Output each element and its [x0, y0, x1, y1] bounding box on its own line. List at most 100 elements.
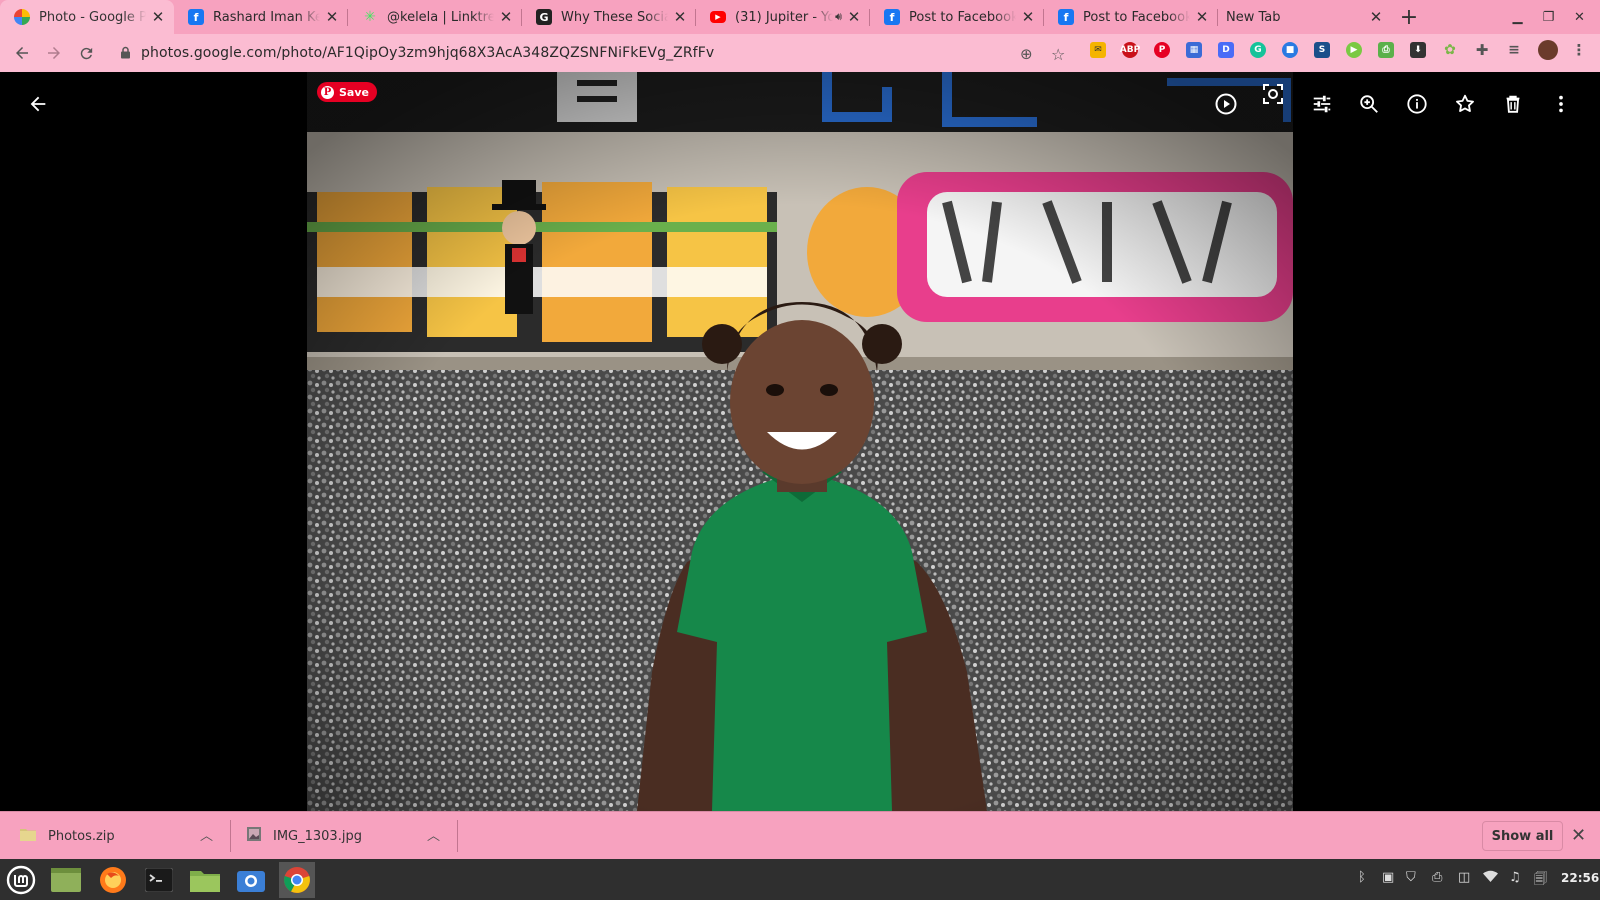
tab-close-icon[interactable]: ✕	[1020, 9, 1036, 25]
download-extension-icon[interactable]: ⬇	[1410, 42, 1426, 58]
show-all-button[interactable]: Show all	[1482, 821, 1563, 851]
clipboard-icon[interactable]: ▣	[1382, 870, 1394, 885]
download-bar: Photos.zip ︿ IMG_1303.jpg ︿ Show all ✕	[0, 811, 1600, 859]
tab-title: New Tab	[1226, 9, 1281, 25]
speaker-icon[interactable]: 🔊︎	[835, 10, 842, 24]
zip-folder-icon	[20, 827, 36, 845]
tab-close-icon[interactable]: ✕	[1368, 9, 1384, 25]
favorite-star-icon[interactable]	[1445, 84, 1485, 124]
tab-youtube[interactable]: ▶ (31) Jupiter - YouTube 🔊︎ ✕	[696, 0, 870, 34]
tab-new-tab[interactable]: New Tab ✕	[1218, 0, 1392, 34]
tab-post-to-facebook-2[interactable]: f Post to Facebook ✕	[1044, 0, 1218, 34]
tab-facebook-profile[interactable]: f Rashard Iman Kelly ✕	[174, 0, 348, 34]
chevron-up-icon[interactable]: ︿	[200, 825, 213, 844]
tab-close-icon[interactable]: ✕	[324, 9, 340, 25]
address-bar[interactable]: photos.google.com/photo/AF1QipOy3zm9hjq6…	[108, 38, 1070, 68]
tab-google-photos[interactable]: Photo - Google Photos ✕	[0, 0, 174, 34]
forward-button[interactable]	[38, 37, 70, 69]
back-button[interactable]	[6, 37, 38, 69]
d-extension-icon[interactable]: D	[1218, 42, 1234, 58]
tab-title: Rashard Iman Kelly	[213, 9, 320, 25]
photo-image[interactable]: P Save	[307, 72, 1293, 811]
delete-icon[interactable]	[1493, 84, 1533, 124]
reload-button[interactable]	[70, 37, 102, 69]
tab-title: Post to Facebook	[909, 9, 1016, 25]
s-extension-icon[interactable]: S	[1314, 42, 1330, 58]
g-site-icon: G	[536, 9, 552, 25]
download-item-photos-zip[interactable]: Photos.zip ︿	[20, 812, 220, 860]
wifi-icon[interactable]	[1483, 870, 1498, 887]
files-icon[interactable]	[187, 862, 223, 898]
lock-icon	[120, 44, 131, 63]
chrome-icon[interactable]	[279, 862, 315, 898]
leaf-extension-icon[interactable]: ✿	[1442, 42, 1458, 58]
edit-adjust-icon[interactable]	[1302, 84, 1342, 124]
chevron-up-icon[interactable]: ︿	[427, 825, 440, 844]
update-manager-icon[interactable]: ◫	[1458, 870, 1470, 885]
tab-social-networks[interactable]: G Why These Social Networks ✕	[522, 0, 696, 34]
screenshot-icon[interactable]	[233, 862, 269, 898]
tab-close-icon[interactable]: ✕	[1194, 9, 1210, 25]
info-icon[interactable]	[1397, 84, 1437, 124]
minimize-icon[interactable]: ▁	[1502, 0, 1533, 34]
bluetooth-icon[interactable]: ᛒ	[1358, 870, 1366, 885]
grammarly-icon[interactable]: G	[1250, 42, 1266, 58]
more-vert-icon[interactable]	[1541, 84, 1581, 124]
url-text: photos.google.com/photo/AF1QipOy3zm9hjq6…	[141, 45, 715, 61]
window-close-icon[interactable]: ✕	[1564, 0, 1595, 34]
slideshow-icon[interactable]	[1206, 84, 1246, 124]
tab-title: (31) Jupiter - YouTube	[735, 9, 834, 25]
tab-strip: Photo - Google Photos ✕ f Rashard Iman K…	[0, 0, 1600, 34]
facebook-icon: f	[1058, 9, 1074, 25]
facebook-icon: f	[884, 9, 900, 25]
notes-icon[interactable]: 🗐︎	[1534, 870, 1547, 892]
download-item-img-1303[interactable]: IMG_1303.jpg ︿	[247, 812, 447, 860]
sound-icon[interactable]: ♫	[1509, 870, 1521, 885]
lens-icon[interactable]	[1253, 74, 1293, 114]
profile-avatar[interactable]	[1538, 40, 1558, 60]
tab-close-icon[interactable]: ✕	[498, 9, 514, 25]
extension-badge-icon[interactable]: ✉	[1090, 42, 1106, 58]
tab-close-icon[interactable]: ✕	[846, 9, 862, 25]
pinterest-save-label: Save	[339, 85, 369, 99]
firefox-icon[interactable]	[95, 862, 131, 898]
printer-icon[interactable]: ⎙	[1432, 870, 1442, 885]
restore-icon[interactable]: ❐	[1533, 0, 1564, 34]
download-filename: IMG_1303.jpg	[273, 828, 362, 844]
extensions-puzzle-icon[interactable]: ✚	[1474, 41, 1490, 59]
zoom-icon[interactable]	[1349, 84, 1389, 124]
close-download-bar-icon[interactable]: ✕	[1571, 825, 1586, 846]
tab-post-to-facebook[interactable]: f Post to Facebook ✕	[870, 0, 1044, 34]
clock[interactable]: 22:56	[1561, 871, 1599, 885]
terminal-icon[interactable]	[141, 862, 177, 898]
adblock-icon[interactable]: ABP	[1120, 42, 1140, 58]
install-app-icon[interactable]: ⊕	[1020, 45, 1033, 63]
blue-extension-icon[interactable]: ■	[1282, 42, 1298, 58]
pinterest-save-button[interactable]: P Save	[317, 82, 377, 102]
tab-close-icon[interactable]: ✕	[672, 9, 688, 25]
system-taskbar: ᛒ ▣ ⛉ ⎙ ◫ ♫ 🗐︎ 22:56	[0, 859, 1600, 900]
green-extension-icon[interactable]: ⎙	[1378, 42, 1394, 58]
download-filename: Photos.zip	[48, 828, 115, 844]
tab-title: Post to Facebook	[1083, 9, 1190, 25]
chrome-menu-icon[interactable]: ⋮	[1571, 41, 1587, 59]
google-photos-icon	[14, 9, 30, 25]
tab-title: Photo - Google Photos	[39, 9, 146, 25]
shield-icon[interactable]: ⛉	[1406, 870, 1416, 885]
new-tab-button[interactable]: +	[1392, 0, 1426, 34]
mint-menu-icon[interactable]	[3, 862, 39, 898]
reader-extension-icon[interactable]: ▦	[1186, 42, 1202, 58]
linktree-icon: ✳	[364, 9, 376, 25]
play-extension-icon[interactable]: ▶	[1346, 42, 1362, 58]
tab-title: Why These Social Networks	[561, 9, 668, 25]
back-arrow-icon[interactable]	[18, 84, 58, 124]
tab-close-icon[interactable]: ✕	[150, 9, 166, 25]
image-file-icon	[247, 827, 261, 845]
tab-linktree[interactable]: ✳ @kelela | Linktree ✕	[348, 0, 522, 34]
tab-title: @kelela | Linktree	[387, 9, 494, 25]
show-desktop-icon[interactable]	[48, 862, 84, 898]
facebook-icon: f	[188, 9, 204, 25]
pinterest-icon[interactable]: P	[1154, 42, 1170, 58]
bookmark-star-icon[interactable]: ☆	[1051, 45, 1065, 64]
media-queue-icon[interactable]: ≡	[1506, 42, 1522, 58]
